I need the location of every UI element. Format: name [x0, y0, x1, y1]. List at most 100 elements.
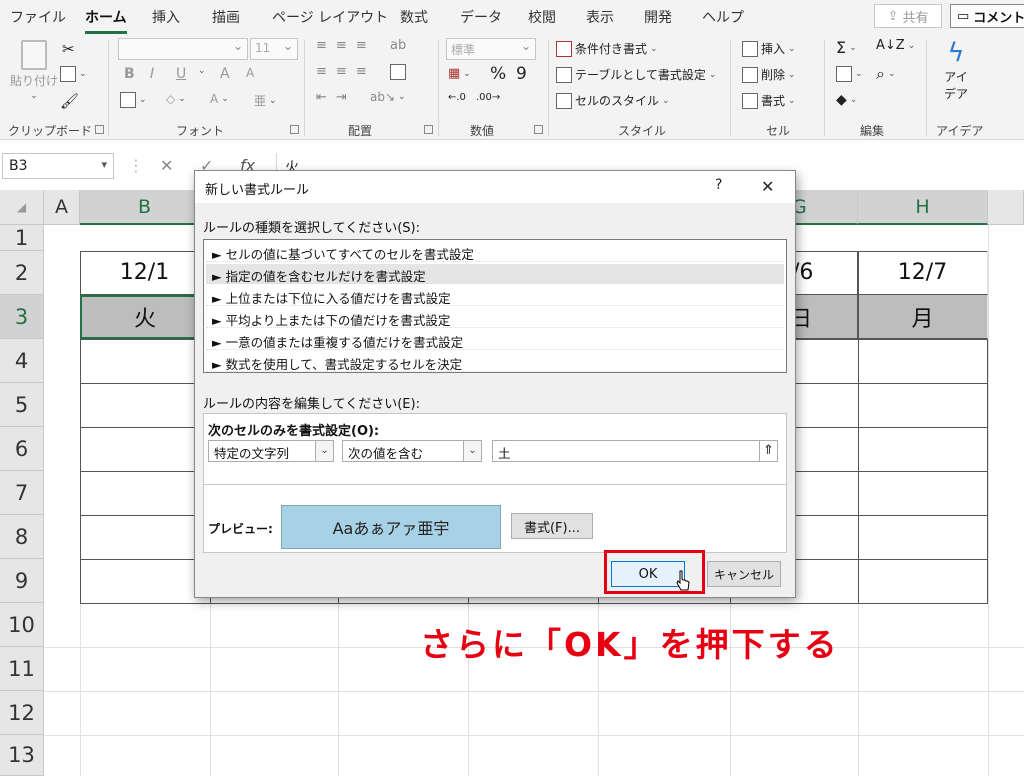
tab-view[interactable]: 表示 [586, 7, 614, 27]
format-cells-button[interactable]: 書式 ⌄ [742, 92, 796, 109]
horizontal-align-buttons[interactable]: ≡ ≡ ≡ [316, 64, 373, 79]
row-header-2[interactable]: 2 [0, 251, 44, 295]
tab-data[interactable]: データ [460, 7, 502, 27]
value-input[interactable]: 土 ⇑ [492, 440, 778, 462]
vertical-align-buttons[interactable]: ≡ ≡ ≡ [316, 38, 373, 53]
find-button[interactable]: ⌕ ⌄ [876, 64, 896, 84]
comma-button[interactable]: 9 [516, 64, 527, 84]
cancel-icon[interactable]: ✕ [160, 156, 173, 175]
number-format-combo[interactable]: 標準 [446, 38, 536, 60]
styles-group-label: スタイル [618, 124, 667, 138]
share-button[interactable]: ⇪ 共有 [874, 4, 942, 28]
underline-button[interactable]: U [176, 66, 186, 82]
font-size-combo[interactable]: 11 [250, 38, 298, 60]
number-group-label: 数値 [470, 124, 495, 138]
cell-h3[interactable]: 月 [858, 295, 988, 339]
format-as-table-button[interactable]: テーブルとして書式設定 ⌄ [556, 66, 716, 83]
paste-button[interactable]: 貼り付け ⌄ [10, 40, 58, 101]
cell-h2[interactable]: 12/7 [858, 251, 988, 295]
font-name-combo[interactable] [118, 38, 248, 60]
operator-select[interactable]: 次の値を含む ⌄ [342, 440, 482, 462]
list-item[interactable]: ► 平均より上または下の値だけを書式設定 [206, 308, 784, 328]
conditional-formatting-button[interactable]: 条件付き書式 ⌄ [556, 40, 658, 57]
format-button[interactable]: 書式(F)... [511, 513, 593, 539]
rule-type-list[interactable]: ► セルの値に基づいてすべてのセルを書式設定 ► 指定の値を含むセルだけを書式設… [203, 239, 787, 373]
insert-cells-button[interactable]: 挿入 ⌄ [742, 40, 796, 57]
cell-b2[interactable]: 12/1 [80, 251, 210, 295]
tab-formulas[interactable]: 数式 [400, 7, 428, 27]
bold-button[interactable]: B [124, 66, 135, 82]
clear-button[interactable]: ◆ ⌄ [836, 92, 857, 108]
copy-button[interactable]: ⌄ [60, 66, 87, 82]
cancel-button[interactable]: キャンセル [707, 561, 781, 587]
tab-file[interactable]: ファイル [10, 7, 66, 27]
close-button[interactable]: ✕ [761, 177, 774, 196]
row-header-7[interactable]: 7 [0, 471, 44, 515]
row-header-9[interactable]: 9 [0, 559, 44, 603]
grow-font-button[interactable]: A [220, 66, 230, 82]
sort-filter-button[interactable]: A↓Z ⌄ [876, 38, 915, 53]
indent-buttons[interactable]: ⇤ ⇥ [316, 90, 353, 105]
column-header-i[interactable] [988, 190, 1024, 225]
column-header-h[interactable]: H [858, 190, 988, 225]
decrease-decimal-icon: .00→ [476, 92, 501, 103]
percent-button[interactable]: % [490, 64, 506, 84]
row-header-1[interactable]: 1 [0, 225, 44, 251]
phonetic-button[interactable]: 亜 ⌄ [254, 92, 277, 109]
range-select-icon[interactable]: ⇑ [759, 441, 777, 461]
list-item[interactable]: ► 一意の値または重複する値だけを書式設定 [206, 330, 784, 350]
row-header-3[interactable]: 3 [0, 295, 44, 339]
row-header-5[interactable]: 5 [0, 383, 44, 427]
list-item[interactable]: ► 数式を使用して、書式設定するセルを決定 [206, 352, 784, 372]
list-item[interactable]: ► 上位または下位に入る値だけを書式設定 [206, 286, 784, 306]
decrease-decimal-button[interactable]: .00→ [476, 92, 500, 103]
comment-button[interactable]: ▭ コメント [950, 4, 1024, 28]
increase-decimal-button[interactable]: ←.0 [448, 92, 466, 103]
font-launcher-icon[interactable] [290, 125, 299, 134]
tab-developer[interactable]: 開発 [644, 7, 672, 27]
currency-button[interactable]: ▦ ⌄ [448, 66, 471, 81]
column-header-b[interactable]: B [80, 190, 210, 225]
wrap-text-button[interactable] [390, 64, 406, 80]
tab-help[interactable]: ヘルプ [702, 7, 744, 27]
dialog-title: 新しい書式ルール [195, 171, 795, 203]
column-header-a[interactable]: A [44, 190, 80, 225]
borders-button[interactable]: ⌄ [120, 92, 147, 108]
underline-dropdown[interactable]: ⌄ [198, 66, 206, 76]
list-item[interactable]: ► 指定の値を含むセルだけを書式設定 [206, 264, 784, 284]
help-button[interactable]: ? [715, 177, 722, 193]
tab-home[interactable]: ホーム [85, 7, 127, 34]
number-launcher-icon[interactable] [534, 125, 543, 134]
fill-button[interactable]: ⌄ [836, 66, 863, 82]
tab-page-layout[interactable]: ページ レイアウト [272, 7, 388, 27]
condition-type-select[interactable]: 特定の文字列 ⌄ [208, 440, 334, 462]
italic-button[interactable]: I [150, 66, 154, 82]
name-box[interactable]: B3 [2, 153, 114, 179]
select-all-corner[interactable]: ◢ [0, 190, 44, 225]
row-header-13[interactable]: 13 [0, 735, 44, 776]
cell-styles-button[interactable]: セルのスタイル ⌄ [556, 92, 670, 109]
merge-button[interactable]: ab↘ ⌄ [370, 90, 406, 104]
row-header-4[interactable]: 4 [0, 339, 44, 383]
cell-b3[interactable]: 火 [80, 295, 210, 339]
row-header-10[interactable]: 10 [0, 603, 44, 647]
orientation-button[interactable]: ab [390, 38, 406, 53]
row-header-6[interactable]: 6 [0, 427, 44, 471]
shrink-font-button[interactable]: A [246, 66, 254, 80]
list-item[interactable]: ► セルの値に基づいてすべてのセルを書式設定 [206, 242, 784, 262]
tab-insert[interactable]: 挿入 [152, 7, 180, 27]
autosum-button[interactable]: Σ ⌄ [836, 38, 857, 57]
tab-draw[interactable]: 描画 [212, 7, 240, 27]
delete-cells-button[interactable]: 削除 ⌄ [742, 66, 796, 83]
row-header-8[interactable]: 8 [0, 515, 44, 559]
alignment-launcher-icon[interactable] [424, 125, 433, 134]
row-header-12[interactable]: 12 [0, 691, 44, 735]
clipboard-launcher-icon[interactable] [95, 125, 104, 134]
row-header-11[interactable]: 11 [0, 647, 44, 691]
format-painter-button[interactable]: 🖌 [60, 92, 79, 110]
ideas-button[interactable]: ϟ アイ デア [944, 38, 968, 102]
font-color-button[interactable]: A ⌄ [210, 92, 229, 106]
cut-button[interactable]: ✂ [62, 40, 75, 58]
tab-review[interactable]: 校閲 [528, 7, 556, 27]
fill-color-button[interactable]: ◇ ⌄ [166, 92, 186, 106]
